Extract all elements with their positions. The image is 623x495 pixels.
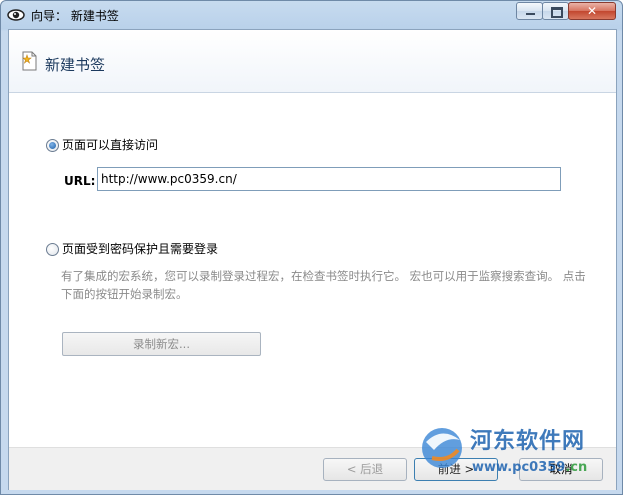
wizard-window: 向导： 新建书签 ✕ 新建书签 页面可以直接访问 URL: 页面受到密码保护且需… — [0, 0, 623, 495]
watermark-url-suffix: .cn — [565, 460, 588, 475]
back-button[interactable]: < 后退 — [323, 458, 407, 481]
record-macro-button[interactable]: 录制新宏... — [62, 332, 261, 356]
page-title: 新建书签 — [45, 56, 106, 74]
wizard-header: 新建书签 — [9, 30, 616, 93]
watermark-url: www.pc0359.cn — [472, 460, 587, 475]
window-title: 向导： 新建书签 — [31, 9, 119, 23]
url-label: URL: — [64, 174, 96, 188]
radio-password-protected[interactable] — [46, 243, 59, 256]
url-input[interactable] — [97, 167, 561, 191]
minimize-button[interactable] — [516, 2, 543, 20]
title-bar[interactable]: 向导： 新建书签 ✕ — [1, 1, 622, 29]
close-icon: ✕ — [586, 4, 598, 18]
watermark-title: 河东软件网 — [470, 428, 586, 454]
watermark-url-prefix: www.pc0359 — [472, 460, 566, 475]
option-protected-label[interactable]: 页面受到密码保护且需要登录 — [62, 240, 218, 257]
macro-description: 有了集成的宏系统，您可以录制登录过程宏，在检查书签时执行它。 宏也可以用于监察搜… — [61, 269, 586, 301]
eye-icon — [7, 9, 25, 21]
close-button[interactable]: ✕ — [568, 2, 616, 20]
maximize-button[interactable] — [542, 2, 569, 20]
radio-direct-access[interactable] — [46, 139, 59, 152]
new-bookmark-icon — [22, 51, 37, 71]
wizard-content: 新建书签 页面可以直接访问 URL: 页面受到密码保护且需要登录 有了集成的宏系… — [8, 29, 617, 490]
option-direct-label[interactable]: 页面可以直接访问 — [62, 136, 158, 153]
